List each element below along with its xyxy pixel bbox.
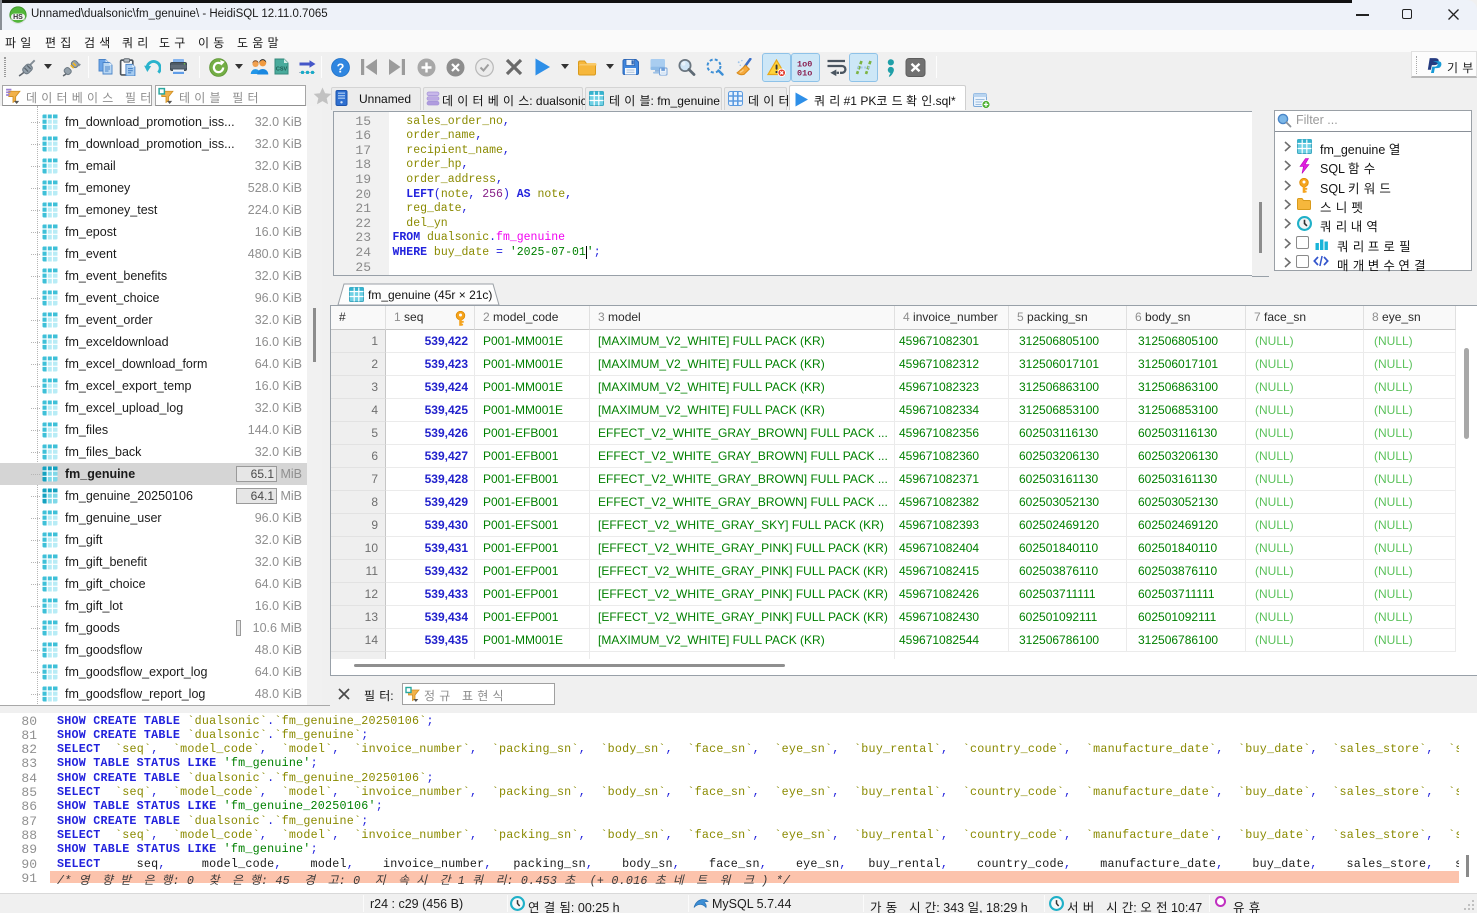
svg-text:CSV: CSV: [276, 67, 288, 73]
svg-text:HS: HS: [13, 14, 23, 21]
svg-text:?: ?: [337, 61, 345, 75]
svg-text:01o: 01o: [797, 68, 812, 76]
